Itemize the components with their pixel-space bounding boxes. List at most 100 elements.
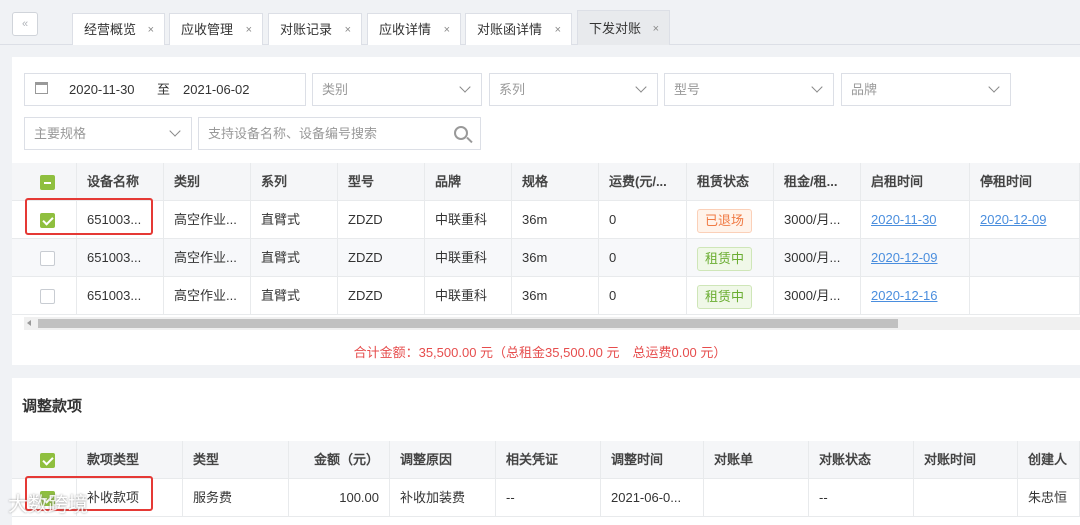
date-separator: 至 (157, 82, 171, 97)
col-header: 租金/租... (774, 163, 861, 201)
header-checkbox-cell (24, 163, 77, 201)
highlight-box (25, 198, 153, 235)
category: 高空作业... (164, 201, 251, 239)
device-name: 651003... (77, 277, 164, 315)
brand-placeholder: 品牌 (851, 82, 878, 97)
table-header: 款项类型 类型 金额（元） 调整原因 相关凭证 调整时间 对账单 对账状态 对账… (12, 441, 1080, 479)
col-header: 系列 (251, 163, 338, 201)
close-icon[interactable]: × (148, 14, 154, 46)
rent: 3000/月... (774, 239, 861, 277)
recon-status: -- (809, 479, 914, 517)
tab-reconcile-records[interactable]: 对账记录 × (268, 13, 362, 45)
series: 直臂式 (251, 277, 338, 315)
col-header: 调整时间 (601, 441, 704, 479)
col-header: 品牌 (425, 163, 512, 201)
table-row[interactable]: 651003... 高空作业... 直臂式 ZDZD 中联重科 36m 0 已退… (12, 201, 1080, 239)
rent: 3000/月... (774, 277, 861, 315)
brand: 中联重科 (425, 277, 512, 315)
tab-overview[interactable]: 经营概览 × (72, 13, 165, 45)
tab-receivables[interactable]: 应收管理 × (169, 13, 263, 45)
tab-receivable-detail[interactable]: 应收详情 × (367, 13, 461, 45)
col-header: 停租时间 (970, 163, 1080, 201)
freight: 0 (599, 201, 687, 239)
tab-label: 应收详情 (379, 22, 432, 37)
status-cell: 租赁中 (687, 277, 774, 315)
creator: 朱忠恒 (1018, 479, 1080, 517)
select-all-checkbox[interactable] (40, 453, 55, 468)
tab-label: 对账记录 (280, 22, 333, 37)
series: 直臂式 (251, 239, 338, 277)
stop-date-link[interactable]: 2020-12-09 (980, 212, 1047, 227)
tab-issue-reconcile[interactable]: 下发对账 × (577, 10, 670, 45)
spec-placeholder: 主要规格 (34, 126, 87, 141)
tab-letter-detail[interactable]: 对账函详情 × (465, 13, 572, 45)
adjust-time: 2021-06-0... (601, 479, 704, 517)
model: ZDZD (338, 277, 425, 315)
spec: 36m (512, 201, 599, 239)
tab-label: 经营概览 (84, 22, 137, 37)
table-row[interactable]: 651003... 高空作业... 直臂式 ZDZD 中联重科 36m 0 租赁… (12, 277, 1080, 315)
start-cell: 2020-12-09 (861, 239, 970, 277)
rent: 3000/月... (774, 201, 861, 239)
col-header: 相关凭证 (496, 441, 601, 479)
tab-label: 下发对账 (589, 21, 642, 36)
header-checkbox-cell (24, 441, 77, 479)
search-placeholder: 支持设备名称、设备编号搜索 (208, 126, 378, 141)
stop-cell (970, 239, 1080, 277)
close-icon[interactable]: × (444, 14, 450, 46)
calendar-icon (35, 82, 48, 94)
model-select[interactable]: 型号 (664, 73, 834, 106)
start-date-link[interactable]: 2020-12-16 (871, 288, 938, 303)
close-icon[interactable]: × (246, 14, 252, 46)
date-end: 2021-06-02 (183, 82, 250, 97)
search-input[interactable]: 支持设备名称、设备编号搜索 (198, 117, 481, 150)
spec-select[interactable]: 主要规格 (24, 117, 192, 150)
chevron-down-icon (635, 81, 647, 93)
start-cell: 2020-12-16 (861, 277, 970, 315)
status-badge: 已退场 (697, 208, 753, 233)
recon-time (914, 479, 1018, 517)
close-icon[interactable]: × (345, 14, 351, 46)
select-all-checkbox[interactable] (40, 175, 55, 190)
scroll-left-arrow[interactable] (27, 320, 31, 326)
model: ZDZD (338, 239, 425, 277)
col-header: 型号 (338, 163, 425, 201)
category-select[interactable]: 类别 (312, 73, 482, 106)
chevron-down-icon (459, 81, 471, 93)
brand-select[interactable]: 品牌 (841, 73, 1011, 106)
tab-label: 对账函详情 (477, 22, 543, 37)
tab-label: 应收管理 (181, 22, 234, 37)
start-date-link[interactable]: 2020-11-30 (871, 212, 937, 227)
freight: 0 (599, 239, 687, 277)
adjust-title: 调整款项 (22, 398, 83, 415)
watermark: 大数跨境 (8, 494, 88, 516)
start-cell: 2020-11-30 (861, 201, 970, 239)
model-placeholder: 型号 (674, 82, 701, 97)
col-header: 设备名称 (77, 163, 164, 201)
close-icon[interactable]: × (653, 11, 659, 47)
scroll-thumb[interactable] (38, 319, 898, 328)
horizontal-scrollbar[interactable] (24, 317, 1080, 330)
row-checkbox-cell (24, 239, 77, 277)
status-cell: 已退场 (687, 201, 774, 239)
table-row[interactable]: 651003... 高空作业... 直臂式 ZDZD 中联重科 36m 0 租赁… (12, 239, 1080, 277)
col-header: 运费(元/... (599, 163, 687, 201)
voucher: -- (496, 479, 601, 517)
amount: 100.00 (289, 479, 390, 517)
row-checkbox[interactable] (40, 289, 55, 304)
date-range-picker[interactable]: 2020-11-30 至 2021-06-02 (24, 73, 306, 106)
col-header: 对账单 (704, 441, 809, 479)
collapse-button[interactable]: « (12, 12, 38, 36)
spec: 36m (512, 277, 599, 315)
total-summary: 合计金额：35,500.00 元（总租金35,500.00 元 总运费0.00 … (353, 345, 727, 360)
freight: 0 (599, 277, 687, 315)
col-header: 类型 (183, 441, 289, 479)
search-icon[interactable] (454, 126, 468, 140)
close-icon[interactable]: × (555, 14, 561, 46)
table-row[interactable]: 补收款项 服务费 100.00 补收加装费 -- 2021-06-0... --… (12, 479, 1080, 517)
col-header: 租赁状态 (687, 163, 774, 201)
status-badge: 租赁中 (697, 284, 753, 309)
start-date-link[interactable]: 2020-12-09 (871, 250, 938, 265)
row-checkbox[interactable] (40, 251, 55, 266)
series-select[interactable]: 系列 (489, 73, 658, 106)
